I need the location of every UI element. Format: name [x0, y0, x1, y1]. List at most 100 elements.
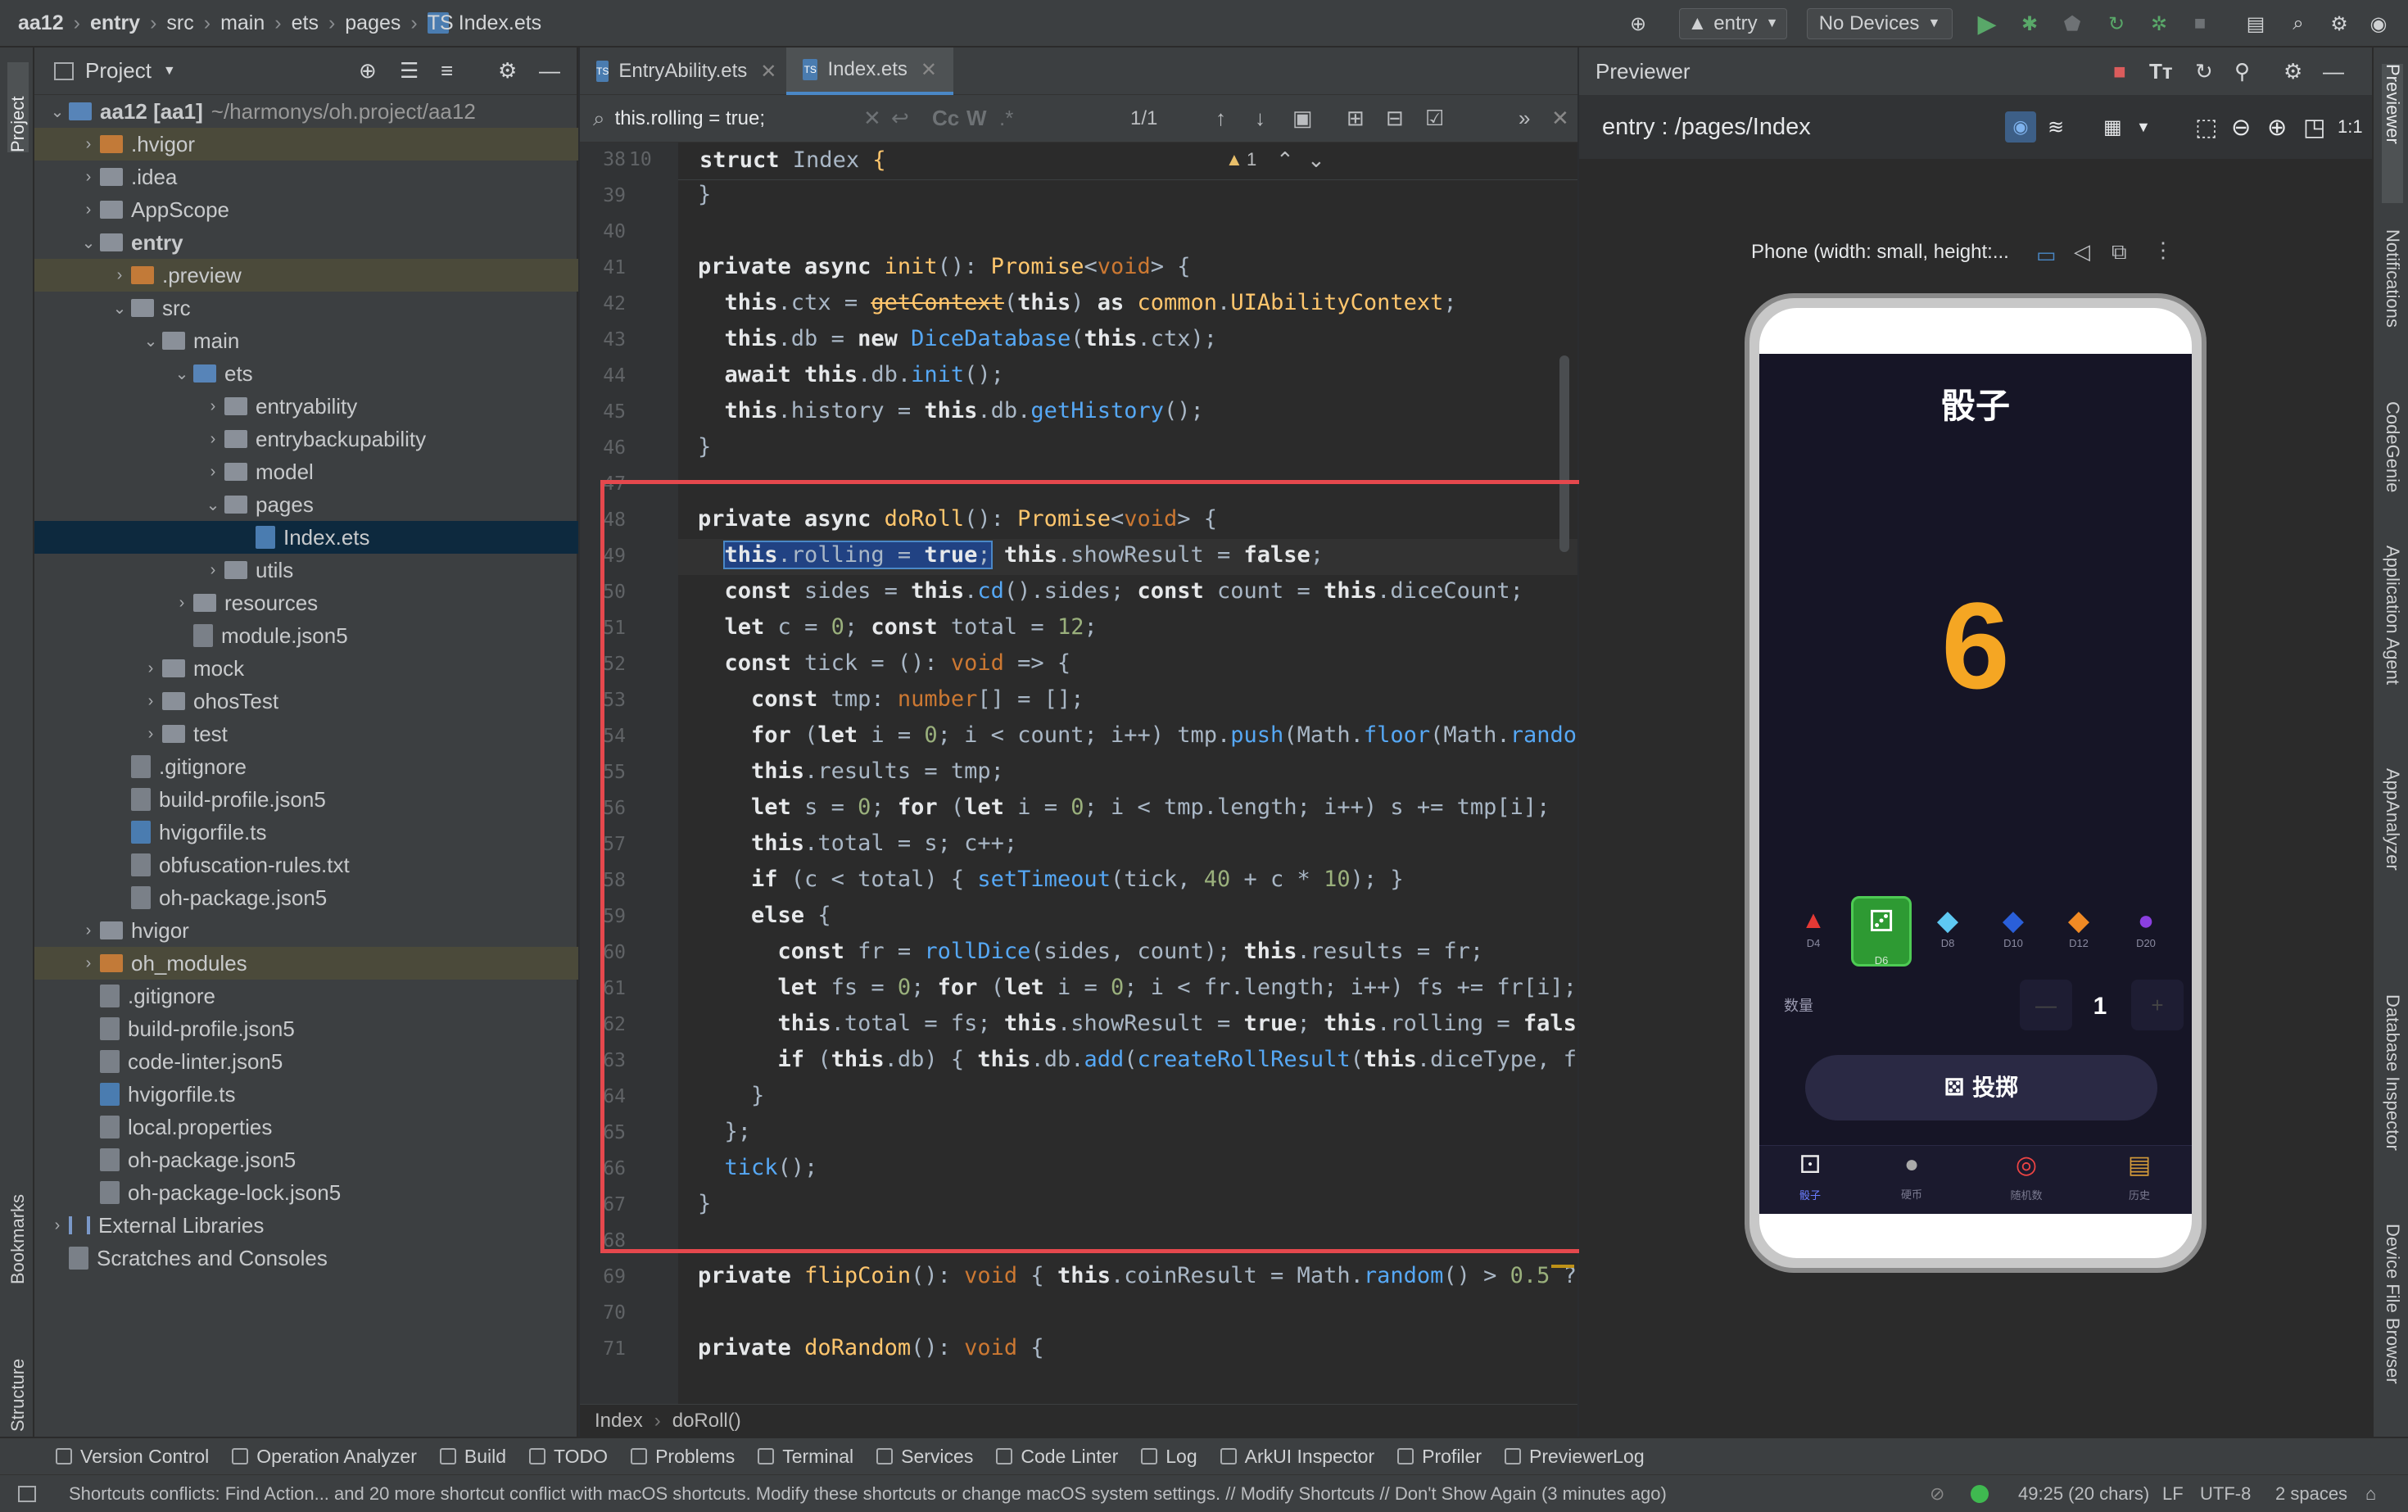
tree-item[interactable]: › test: [34, 718, 578, 750]
tree-item[interactable]: module.json5: [34, 619, 578, 652]
tree-item[interactable]: .gitignore: [34, 980, 578, 1012]
zoom-out-icon[interactable]: ⊖: [2231, 113, 2251, 142]
status-message[interactable]: Shortcuts conflicts: Find Action... and …: [69, 1483, 1953, 1505]
tree-item[interactable]: local.properties: [34, 1111, 578, 1143]
tree-item[interactable]: › .preview: [34, 259, 578, 292]
dice-d6[interactable]: ⚂ D6: [1851, 896, 1912, 967]
tree-item[interactable]: ⌄ pages: [34, 488, 578, 521]
device-switch-icon[interactable]: ▭: [2036, 242, 2057, 268]
chevron-down-icon[interactable]: ⌄: [46, 102, 69, 122]
chevron-right-icon[interactable]: ›: [201, 561, 224, 580]
tree-item[interactable]: › .hvigor: [34, 128, 578, 161]
services-button[interactable]: Services: [876, 1446, 973, 1468]
dice-d12[interactable]: ◆ D12: [2054, 904, 2103, 949]
tab-entryability[interactable]: TS EntryAbility.ets ✕: [580, 48, 786, 95]
project-tool-tab[interactable]: Project: [7, 62, 29, 152]
hide-icon[interactable]: —: [2323, 59, 2344, 84]
tree-item[interactable]: › ohosTest: [34, 685, 578, 718]
appanalyzer-tool-tab[interactable]: AppAnalyzer: [2382, 768, 2403, 932]
chevron-right-icon[interactable]: ›: [46, 1216, 69, 1235]
font-size-icon[interactable]: Tт: [2149, 59, 2173, 84]
settings-icon[interactable]: ⚙: [498, 58, 517, 84]
previewer-tool-tab[interactable]: Previewer: [2382, 64, 2403, 203]
chevron-right-icon[interactable]: ›: [108, 266, 131, 285]
code-line[interactable]: }: [698, 434, 711, 459]
refresh-icon[interactable]: ↻: [2195, 59, 2213, 84]
words-icon[interactable]: W: [966, 106, 987, 131]
select-all-icon[interactable]: ▣: [1292, 106, 1313, 131]
breadcrumb-item[interactable]: src: [166, 11, 193, 35]
tree-item[interactable]: build-profile.json5: [34, 1012, 578, 1045]
problems-button[interactable]: Problems: [631, 1446, 735, 1468]
tree-item[interactable]: Index.ets: [34, 521, 578, 554]
breadcrumb-struct[interactable]: Index: [595, 1410, 643, 1433]
tree-item[interactable]: hvigorfile.ts: [34, 816, 578, 849]
code-line[interactable]: private doRandom(): void {: [698, 1335, 1044, 1360]
no-sync-icon[interactable]: ⊘: [1930, 1483, 1944, 1505]
layers-icon[interactable]: ≋: [2048, 115, 2064, 139]
profiler-button[interactable]: Profiler: [1397, 1446, 1482, 1468]
breadcrumb-item[interactable]: ets: [292, 11, 319, 35]
bookmarks-tool-tab[interactable]: Bookmarks: [7, 1161, 29, 1284]
chevron-down-icon[interactable]: ⌄: [139, 331, 162, 351]
locate-icon[interactable]: ⊕: [359, 58, 377, 84]
debug-icon[interactable]: ✱: [2015, 8, 2044, 39]
tree-item[interactable]: › AppScope: [34, 193, 578, 226]
hide-icon[interactable]: —: [539, 58, 560, 84]
tree-item[interactable]: › entryability: [34, 390, 578, 423]
tree-item[interactable]: › .idea: [34, 161, 578, 193]
tree-item[interactable]: ⌄ ets: [34, 357, 578, 390]
layout-icon[interactable]: [18, 1485, 36, 1502]
tree-item[interactable]: ⌄ src: [34, 292, 578, 324]
tree-item[interactable]: › oh_modules: [34, 947, 578, 980]
chevron-right-icon[interactable]: ›: [139, 725, 162, 744]
prev-highlight-icon[interactable]: ⌃: [1276, 147, 1294, 173]
increment-button[interactable]: +: [2131, 980, 2184, 1030]
dice-d8[interactable]: ◆ D8: [1923, 904, 1972, 949]
more-icon[interactable]: »: [1519, 106, 1530, 131]
clear-icon[interactable]: ✕: [863, 106, 881, 131]
breadcrumb-method[interactable]: doRoll(): [672, 1410, 741, 1433]
zoom-in-icon[interactable]: ⊕: [2267, 113, 2287, 142]
stop-preview-icon[interactable]: ■: [2113, 59, 2126, 84]
tree-item[interactable]: › resources: [34, 586, 578, 619]
chevron-right-icon[interactable]: ›: [201, 397, 224, 416]
tree-item[interactable]: oh-package.json5: [34, 1143, 578, 1176]
code-line[interactable]: private async init(): Promise<void> {: [698, 254, 1191, 279]
chevron-right-icon[interactable]: ›: [139, 659, 162, 678]
next-match-icon[interactable]: ↓: [1255, 106, 1265, 131]
tree-item[interactable]: › mock: [34, 652, 578, 685]
tree-item[interactable]: build-profile.json5: [34, 783, 578, 816]
search-icon[interactable]: ⌕: [2284, 8, 2313, 39]
expand-all-icon[interactable]: ☰: [400, 58, 419, 84]
notifications-tool-tab[interactable]: Notifications: [2382, 229, 2403, 377]
chevron-right-icon[interactable]: ›: [170, 594, 193, 613]
dice-d20[interactable]: ● D20: [2121, 904, 2170, 949]
breadcrumb-item[interactable]: Index.ets: [459, 11, 541, 35]
ratio-icon[interactable]: 1:1: [2338, 116, 2363, 138]
dice-d10[interactable]: ◆ D10: [1989, 904, 2038, 949]
inspector-icon[interactable]: ◉: [2005, 111, 2036, 143]
run-config-dropdown[interactable]: ▲ entry ▼: [1679, 8, 1787, 39]
codegenie-tool-tab[interactable]: CodeGenie: [2382, 401, 2403, 524]
line-separator[interactable]: LF: [2162, 1483, 2184, 1505]
run-icon[interactable]: ▶: [1972, 8, 2002, 39]
decrement-button[interactable]: —: [2020, 980, 2072, 1030]
device-dropdown[interactable]: No Devices ▼: [1807, 8, 1953, 39]
tree-item[interactable]: › model: [34, 455, 578, 488]
breadcrumb-item[interactable]: aa12: [18, 11, 64, 35]
collapse-all-icon[interactable]: ≡: [441, 58, 453, 84]
previewer-log-button[interactable]: PreviewerLog: [1505, 1446, 1645, 1468]
chevron-right-icon[interactable]: ›: [77, 168, 100, 187]
terminal-button[interactable]: Terminal: [758, 1446, 853, 1468]
breadcrumb-item[interactable]: pages: [345, 11, 401, 35]
grid-icon[interactable]: ▦: [2103, 115, 2122, 139]
todo-button[interactable]: TODO: [529, 1446, 608, 1468]
device-file-browser-tool-tab[interactable]: Device File Browser: [2382, 1224, 2403, 1428]
database-inspector-tool-tab[interactable]: Database Inspector: [2382, 994, 2403, 1199]
find-input[interactable]: this.rolling = true;: [615, 107, 844, 130]
reload-icon[interactable]: ↻: [2102, 8, 2131, 39]
tab-dice[interactable]: ⚀ 骰子: [1786, 1151, 1835, 1205]
breadcrumb-item[interactable]: main: [220, 11, 265, 35]
pin-icon[interactable]: ⚲: [2234, 59, 2250, 84]
